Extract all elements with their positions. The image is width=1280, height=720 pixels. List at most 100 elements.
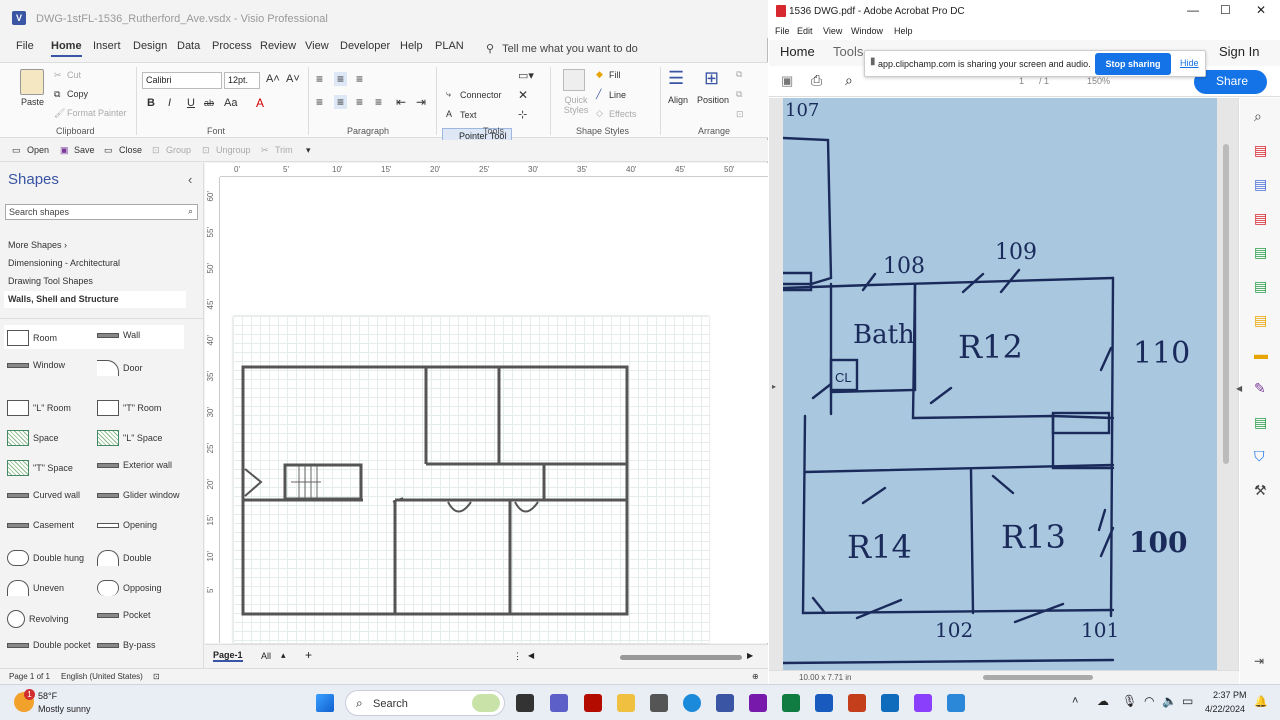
shape-double-hung[interactable]: Double hung (7, 550, 84, 566)
shrink-font-icon[interactable]: A˅ (286, 73, 300, 85)
shape-door[interactable]: Door (97, 360, 143, 376)
stencil-walls-shell-structure[interactable]: Walls, Shell and Structure (4, 291, 186, 308)
drawing-page[interactable] (233, 316, 709, 643)
shape-space[interactable]: Space (7, 430, 59, 446)
shape-window[interactable]: Window (7, 360, 65, 370)
group-button[interactable]: Group (166, 145, 191, 155)
font-size-select[interactable]: 12pt. (224, 72, 260, 89)
align-button[interactable]: Align (668, 95, 688, 105)
font-color-icon[interactable]: A (256, 96, 264, 110)
all-pages-tab[interactable]: All (261, 651, 271, 661)
shape-uneven[interactable]: Uneven (7, 580, 64, 596)
language-indicator[interactable]: English (United States) (61, 672, 143, 681)
zoom-search-icon[interactable]: ⌕ (845, 72, 853, 89)
customize-qat-chevron-icon[interactable]: ▾ (306, 145, 311, 156)
paste-icon[interactable] (20, 69, 44, 95)
taskbar-search-box[interactable]: ⌕ Search (345, 690, 505, 716)
align-bottom-icon[interactable]: ≡ (356, 72, 363, 86)
right-panel-toggle-icon[interactable]: ◀ (1236, 384, 1242, 393)
windows-start-icon[interactable] (316, 694, 334, 712)
export-icon[interactable]: ▤ (1254, 312, 1267, 329)
effects-button[interactable]: Effects (609, 109, 636, 119)
search-tool-icon[interactable]: ⌕ (1254, 108, 1262, 125)
remote-desktop-icon[interactable] (947, 694, 965, 712)
menu-help[interactable]: Help (894, 26, 913, 36)
shape-curved-wall[interactable]: Curved wall (7, 490, 80, 500)
onedrive-icon[interactable]: ☁ (1097, 694, 1109, 708)
horizontal-scrollbar-thumb[interactable] (620, 655, 742, 660)
fill-button[interactable]: Fill (609, 70, 621, 80)
save-icon[interactable]: ▣ (781, 73, 793, 89)
weather-temperature[interactable]: 58°F (38, 691, 57, 701)
stencil-drawing-tools[interactable]: Drawing Tool Shapes (8, 276, 93, 286)
scroll-right-icon[interactable]: ▶ (747, 651, 753, 660)
stop-sharing-button[interactable]: Stop sharing (1095, 53, 1171, 75)
tab-data[interactable]: Data (177, 40, 200, 52)
shape-glider-window[interactable]: Glider window (97, 490, 180, 500)
notifications-bell-icon[interactable]: 🔔 (1254, 695, 1268, 708)
battery-icon[interactable]: ▭ (1182, 694, 1193, 708)
justify-icon[interactable]: ≡ (375, 95, 382, 109)
grow-font-icon[interactable]: A˄ (266, 73, 280, 85)
protect-shield-icon[interactable]: ⛉ (1254, 448, 1265, 465)
underline-icon[interactable]: U (187, 97, 195, 109)
comment-icon[interactable]: ▬ (1254, 346, 1268, 362)
scanned-floor-plan[interactable]: 107 108 109 Bath CL R12 110 R14 R13 100 … (783, 98, 1217, 670)
menu-edit[interactable]: Edit (797, 26, 813, 36)
close-window-icon[interactable]: ✕ (1256, 3, 1266, 17)
align-right-icon[interactable]: ≡ (356, 95, 363, 109)
vertical-scrollbar-thumb[interactable] (1223, 144, 1229, 464)
tab-process[interactable]: Process (212, 40, 252, 52)
organize-pages-icon[interactable]: ▤ (1254, 210, 1267, 227)
connector-button[interactable]: Connector (460, 90, 502, 100)
clock-date[interactable]: 4/22/2024 (1205, 704, 1245, 714)
page-indicator[interactable]: Page 1 of 1 (9, 672, 50, 681)
file-explorer-icon[interactable] (617, 694, 635, 712)
zoom-select[interactable]: 150% (1087, 76, 1110, 86)
minimize-icon[interactable]: — (1187, 3, 1199, 17)
menu-view[interactable]: View (823, 26, 842, 36)
more-tools-icon[interactable]: ⚒ (1254, 482, 1267, 499)
shape-t-space[interactable]: "T" Space (7, 460, 73, 476)
shape-casement[interactable]: Casement (7, 520, 74, 530)
shape-room[interactable]: Room (7, 330, 57, 346)
shape-by-pass[interactable]: By-pass (97, 640, 156, 650)
fill-sign-icon[interactable]: ✎ (1254, 380, 1266, 397)
create-pdf-icon[interactable]: ▤ (1254, 142, 1267, 159)
tab-file[interactable]: File (16, 40, 34, 52)
shape-exterior-wall[interactable]: Exterior wall (97, 460, 172, 470)
more-options-icon[interactable]: ⋮ (513, 651, 522, 662)
menu-window[interactable]: Window (851, 26, 883, 36)
shape-wall[interactable]: Wall (97, 330, 140, 340)
wifi-icon[interactable]: ◠ (1144, 694, 1154, 708)
shape-t-room[interactable]: "T" Room (97, 400, 161, 416)
font-family-select[interactable]: Calibri (142, 72, 222, 89)
task-view-icon[interactable] (516, 694, 534, 712)
shape-opening[interactable]: Opening (97, 520, 157, 530)
text-tool-button[interactable]: Text (460, 110, 477, 120)
shape-opposing[interactable]: Opposing (97, 580, 162, 596)
align-middle-icon[interactable]: ≡ (334, 72, 348, 86)
print-icon[interactable]: ⎙ (811, 72, 822, 89)
microphone-icon[interactable]: 🎙 (1122, 694, 1137, 708)
shape-l-space[interactable]: "L" Space (97, 430, 162, 446)
tab-help[interactable]: Help (400, 40, 423, 52)
scroll-left-icon[interactable]: ◀ (528, 651, 534, 660)
export-pdf-icon[interactable]: ▤ (1254, 176, 1267, 193)
page-number-input[interactable]: 1 (1019, 76, 1024, 86)
outlook-icon[interactable] (881, 694, 899, 712)
format-painter-button[interactable]: Format Painter (67, 108, 127, 118)
search-icon[interactable]: ⌕ (188, 206, 193, 217)
cut-button[interactable]: Cut (67, 70, 81, 80)
close-x-icon[interactable]: ✕ (518, 88, 528, 102)
search-shapes-input[interactable]: Search shapes ⌕ (5, 204, 198, 220)
rectangle-tool-icon[interactable]: ▭▾ (518, 69, 534, 82)
clipchamp-icon[interactable] (914, 694, 932, 712)
shape-pocket[interactable]: Pocket (97, 610, 151, 620)
increase-indent-icon[interactable]: ⇥ (416, 95, 426, 109)
shape-l-room[interactable]: "L" Room (7, 400, 71, 416)
close-button[interactable]: Close (119, 145, 142, 155)
edge-browser-icon[interactable] (683, 694, 701, 712)
shape-double[interactable]: Double (97, 550, 152, 566)
stencil-dimensioning[interactable]: Dimensioning - Architectural (8, 258, 120, 268)
